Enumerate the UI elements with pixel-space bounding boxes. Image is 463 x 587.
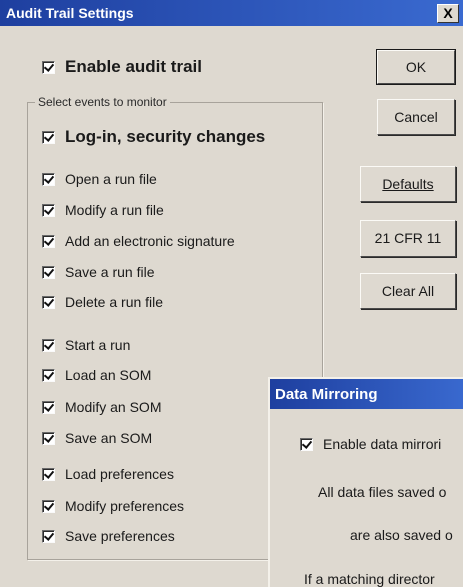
event-label: Save an SOM — [65, 430, 153, 446]
title-bar: Audit Trail Settings X — [0, 0, 463, 26]
event-checkbox-modify-run-file[interactable]: Modify a run file — [42, 202, 164, 218]
event-checkbox-save-preferences[interactable]: Save preferences — [42, 528, 175, 544]
close-button[interactable]: X — [437, 4, 459, 23]
event-checkbox-load-som[interactable]: Load an SOM — [42, 367, 151, 383]
checkmark-icon — [42, 499, 55, 513]
event-label: Open a run file — [65, 171, 157, 187]
cancel-button[interactable]: Cancel — [377, 99, 455, 135]
checkmark-icon — [42, 130, 55, 144]
event-checkbox-modify-preferences[interactable]: Modify preferences — [42, 498, 184, 514]
cfr-button[interactable]: 21 CFR 11 — [360, 220, 456, 257]
checkmark-icon — [42, 467, 55, 481]
defaults-button[interactable]: Defaults — [360, 166, 456, 202]
event-checkbox-add-signature[interactable]: Add an electronic signature — [42, 233, 235, 249]
event-label: Start a run — [65, 337, 131, 353]
event-checkbox-modify-som[interactable]: Modify an SOM — [42, 399, 161, 415]
checkmark-icon — [42, 368, 55, 382]
checkmark-icon — [42, 295, 55, 309]
mirroring-description-line-1: All data files saved o — [318, 484, 447, 500]
event-label: Load preferences — [65, 466, 174, 482]
checkmark-icon — [42, 529, 55, 543]
clear-all-button[interactable]: Clear All — [360, 273, 456, 309]
event-checkbox-open-run-file[interactable]: Open a run file — [42, 171, 157, 187]
event-label: Modify a run file — [65, 202, 164, 218]
checkmark-icon — [42, 431, 55, 445]
event-label: Save preferences — [65, 528, 175, 544]
event-label: Modify preferences — [65, 498, 185, 514]
checkmark-icon — [42, 265, 55, 279]
event-checkbox-save-run-file[interactable]: Save a run file — [42, 264, 155, 280]
event-label: Save a run file — [65, 264, 155, 280]
checkmark-icon — [42, 400, 55, 414]
mirroring-description-line-3: If a matching director — [304, 571, 435, 587]
event-label: Modify an SOM — [65, 399, 162, 415]
enable-audit-trail-checkbox[interactable]: Enable audit trail — [42, 57, 202, 77]
event-checkbox-load-preferences[interactable]: Load preferences — [42, 466, 174, 482]
mirroring-description-line-2: are also saved o — [350, 527, 453, 543]
data-mirroring-title: Data Mirroring — [275, 386, 378, 403]
login-security-checkbox[interactable]: Log-in, security changes — [42, 127, 265, 147]
checkmark-icon — [300, 437, 313, 451]
event-checkbox-delete-run-file[interactable]: Delete a run file — [42, 294, 163, 310]
dialog-title: Audit Trail Settings — [6, 5, 134, 21]
event-label: Load an SOM — [65, 367, 152, 383]
data-mirroring-title-bar: Data Mirroring — [270, 379, 463, 409]
enable-audit-trail-label: Enable audit trail — [65, 57, 202, 76]
enable-data-mirroring-label: Enable data mirrori — [323, 436, 442, 452]
events-group-label: Select events to monitor — [35, 95, 170, 109]
enable-data-mirroring-checkbox[interactable]: Enable data mirrori — [300, 436, 441, 452]
event-checkbox-start-run[interactable]: Start a run — [42, 337, 130, 353]
checkmark-icon — [42, 234, 55, 248]
data-mirroring-dialog: Data Mirroring Enable data mirrori All d… — [268, 377, 463, 587]
ok-button[interactable]: OK — [376, 49, 456, 85]
close-icon: X — [443, 5, 453, 21]
checkmark-icon — [42, 338, 55, 352]
event-label: Delete a run file — [65, 294, 164, 310]
checkmark-icon — [42, 172, 55, 186]
checkmark-icon — [42, 60, 55, 74]
login-security-label: Log-in, security changes — [65, 127, 266, 146]
checkmark-icon — [42, 203, 55, 217]
event-checkbox-save-som[interactable]: Save an SOM — [42, 430, 152, 446]
event-label: Add an electronic signature — [65, 233, 235, 249]
